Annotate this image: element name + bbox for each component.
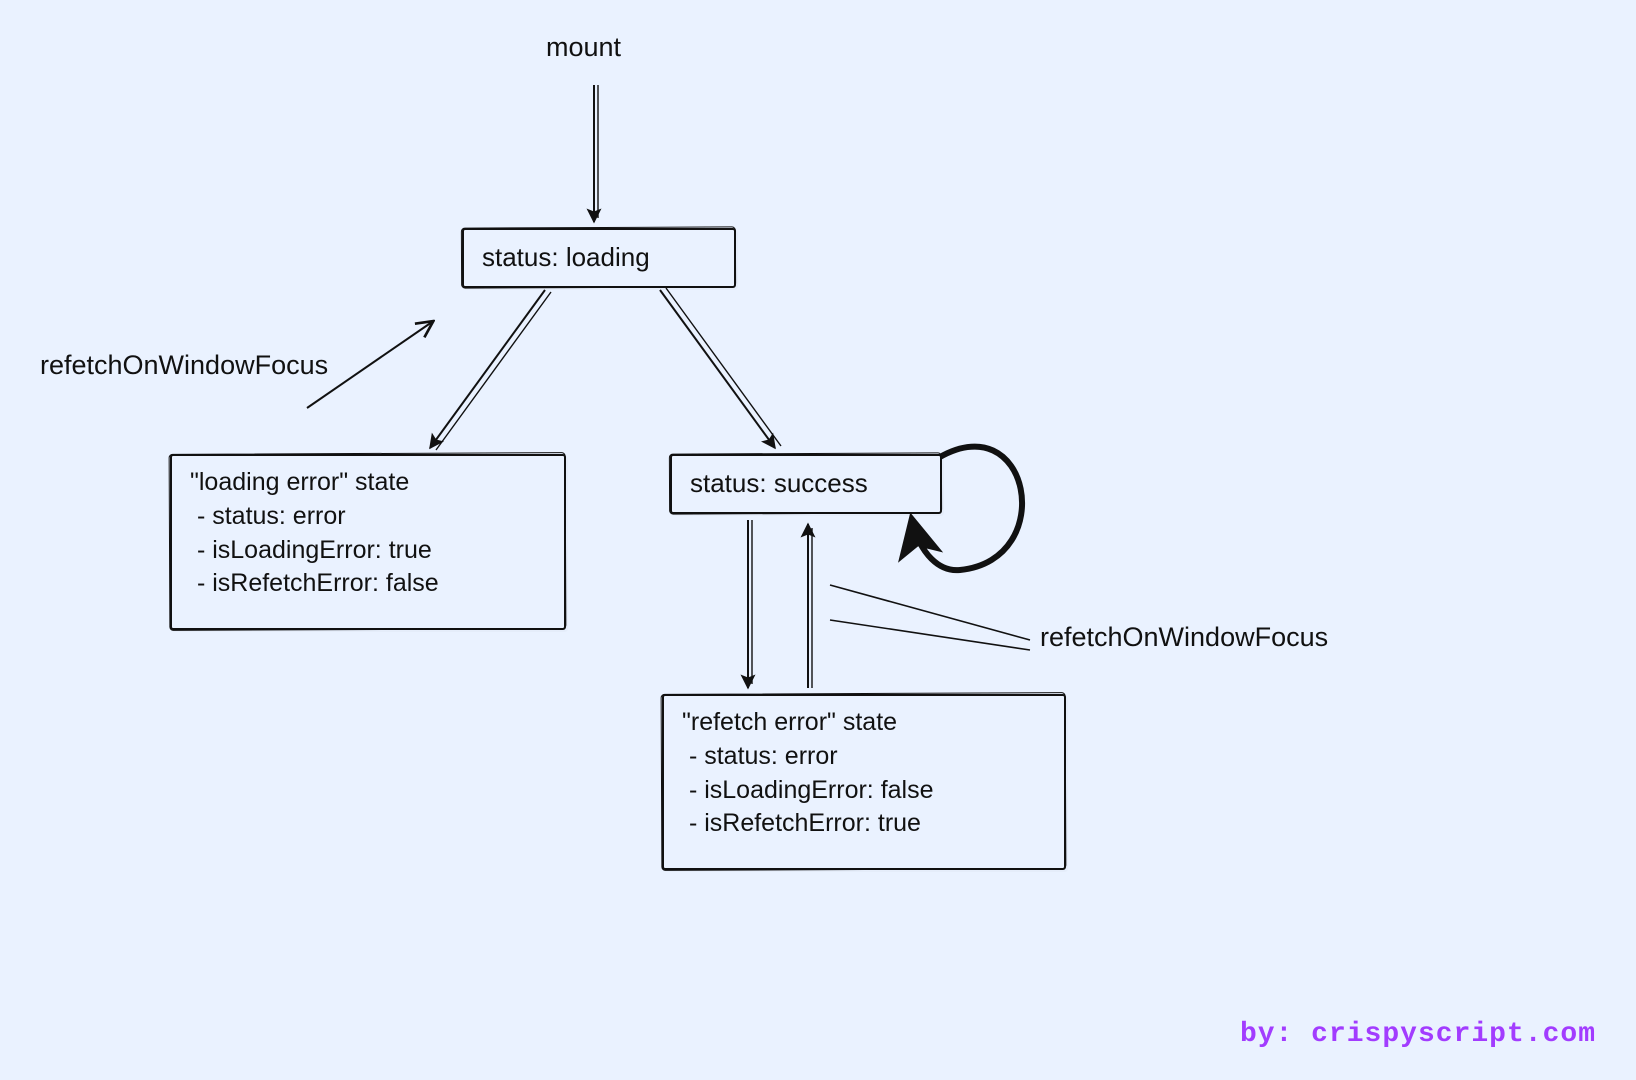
node-status-success: status: success	[670, 454, 942, 514]
node-refetch-error-text: "refetch error" state - status: error - …	[664, 696, 1064, 851]
edge-refetch-right-pointer	[830, 585, 1030, 650]
label-refetch-left: refetchOnWindowFocus	[40, 350, 328, 381]
node-status-loading: status: loading	[462, 228, 736, 288]
node-loading-error-text: "loading error" state - status: error - …	[172, 456, 564, 611]
edge-mount-to-loading	[594, 85, 598, 222]
node-refetch-error: "refetch error" state - status: error - …	[662, 694, 1066, 870]
label-refetch-right: refetchOnWindowFocus	[1040, 622, 1328, 653]
node-loading-error: "loading error" state - status: error - …	[170, 454, 566, 630]
node-status-loading-text: status: loading	[464, 230, 734, 285]
node-status-success-text: status: success	[672, 456, 940, 511]
edge-loading-to-loading-error	[430, 290, 551, 450]
credit-text: by: crispyscript.com	[1240, 1019, 1596, 1050]
diagram-canvas: { "labels": { "mount": "mount", "refetch…	[0, 0, 1636, 1080]
edge-refetch-error-to-success	[808, 524, 812, 688]
label-mount: mount	[546, 32, 621, 63]
edge-loading-to-success	[660, 288, 781, 448]
edge-success-to-refetch-error	[748, 520, 752, 688]
